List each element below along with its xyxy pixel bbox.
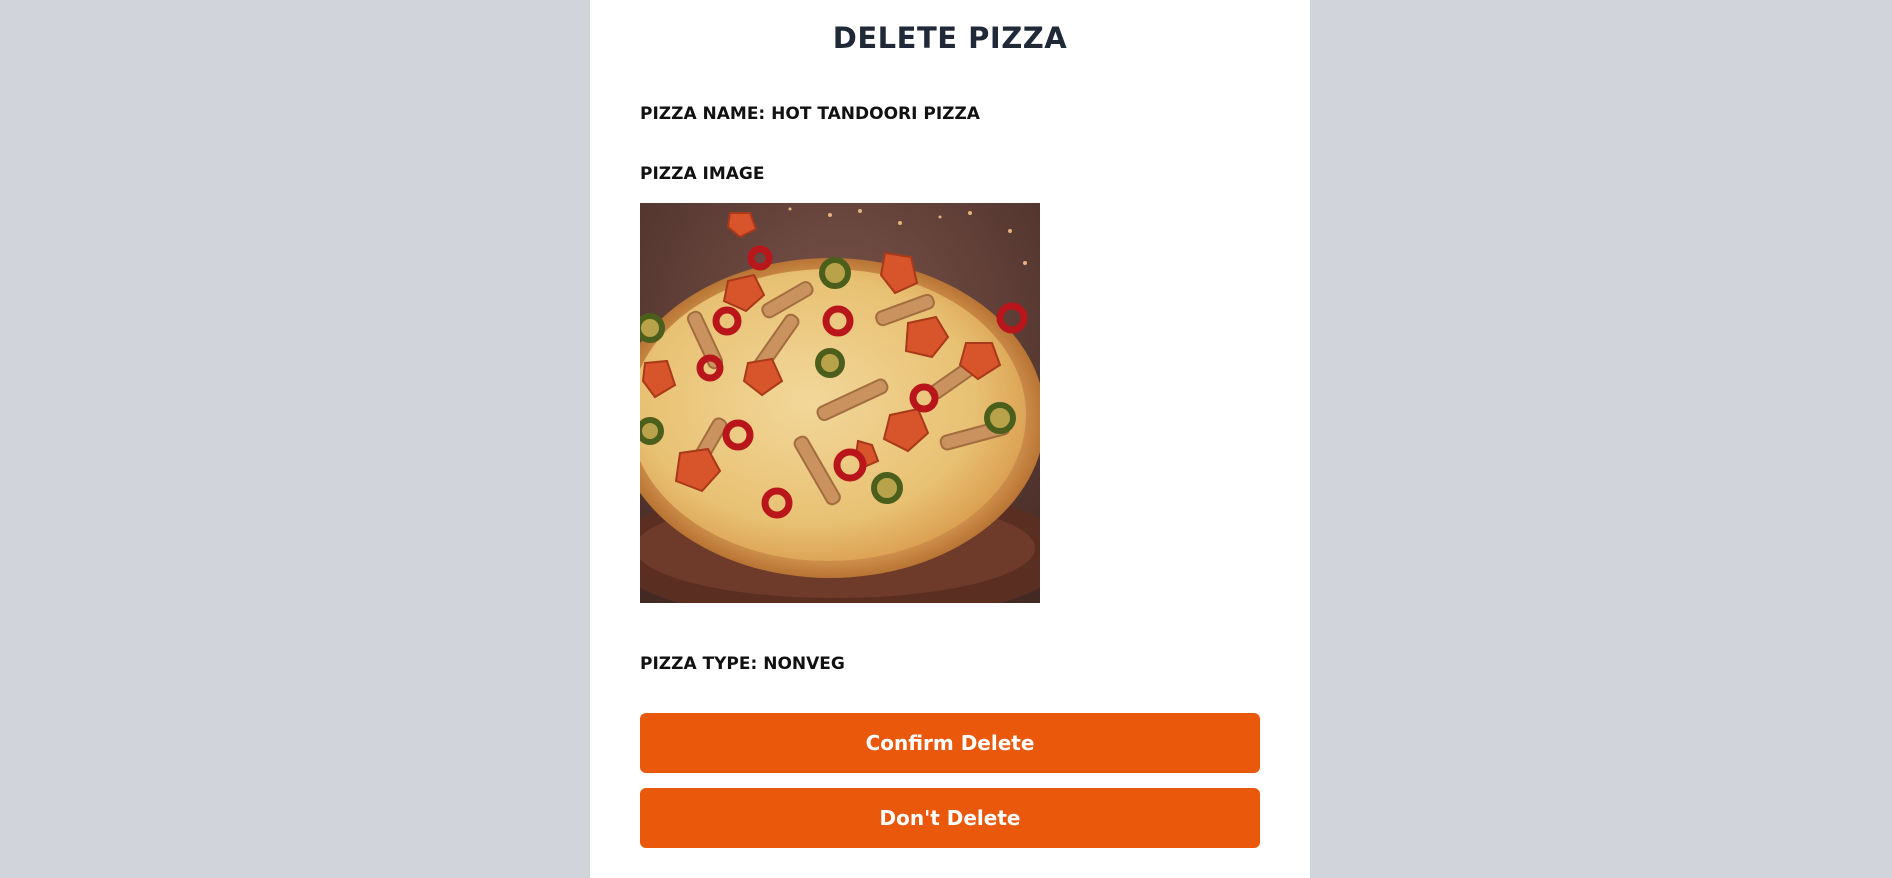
pizza-name-value: HOT TANDOORI PIZZA bbox=[771, 104, 980, 124]
delete-pizza-card: DELETE PIZZA PIZZA NAME: HOT TANDOORI PI… bbox=[590, 0, 1310, 878]
pizza-type-value: NONVEG bbox=[763, 654, 845, 674]
pizza-name-label: PIZZA NAME: bbox=[640, 104, 766, 124]
page-title: DELETE PIZZA bbox=[832, 21, 1068, 55]
dont-delete-button[interactable]: Don't Delete bbox=[640, 788, 1260, 848]
pizza-name-row: PIZZA NAME: HOT TANDOORI PIZZA bbox=[640, 103, 980, 125]
pizza-photo-illustration bbox=[640, 203, 1040, 603]
pizza-image bbox=[640, 203, 1040, 603]
pizza-image-label: PIZZA IMAGE bbox=[640, 164, 765, 184]
confirm-delete-button[interactable]: Confirm Delete bbox=[640, 713, 1260, 773]
pizza-type-row: PIZZA TYPE: NONVEG bbox=[640, 653, 845, 675]
pizza-type-label: PIZZA TYPE: bbox=[640, 654, 758, 674]
